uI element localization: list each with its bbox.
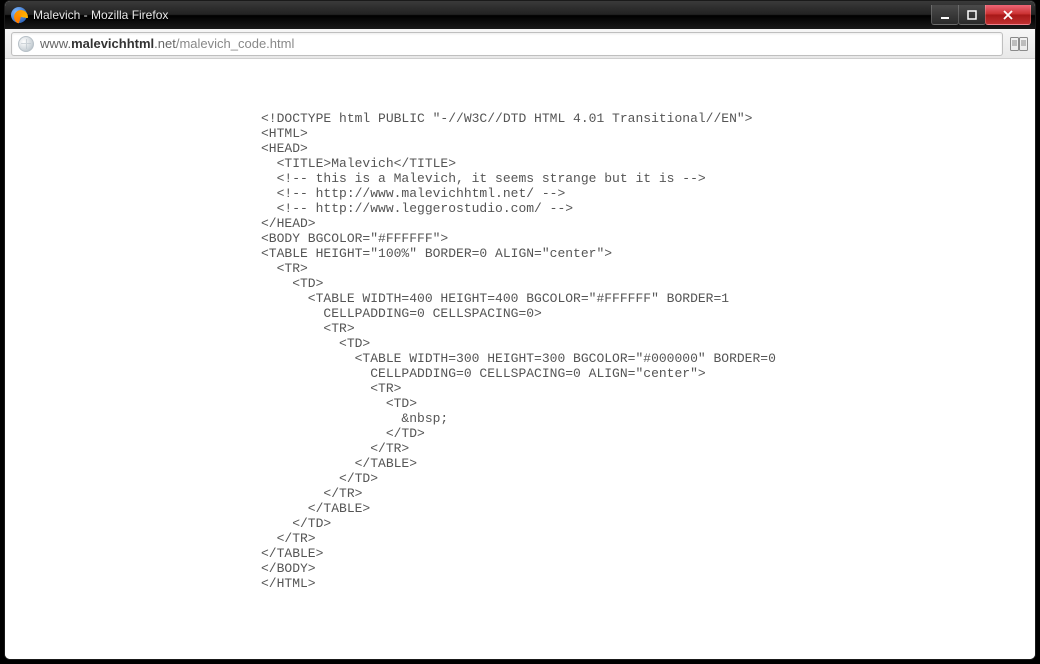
- url-input[interactable]: www.malevichhtml.net/malevich_code.html: [11, 32, 1003, 56]
- browser-window: Malevich - Mozilla Firefox www.malevichh…: [4, 0, 1036, 660]
- maximize-button[interactable]: [958, 5, 986, 25]
- firefox-icon: [11, 7, 27, 23]
- window-controls: [932, 5, 1031, 25]
- url-path: /malevich_code.html: [176, 36, 295, 51]
- close-button[interactable]: [985, 5, 1031, 25]
- minimize-button[interactable]: [931, 5, 959, 25]
- url-host-main: malevichhtml: [71, 36, 154, 51]
- globe-icon: [18, 36, 34, 52]
- url-host-prefix: www.: [40, 36, 71, 51]
- page-content[interactable]: <!DOCTYPE html PUBLIC "-//W3C//DTD HTML …: [5, 59, 1035, 659]
- reader-mode-icon[interactable]: [1009, 36, 1029, 52]
- title-bar[interactable]: Malevich - Mozilla Firefox: [5, 1, 1035, 29]
- window-title: Malevich - Mozilla Firefox: [33, 8, 932, 22]
- code-block: <!DOCTYPE html PUBLIC "-//W3C//DTD HTML …: [5, 59, 1035, 591]
- url-host-suffix: .net: [154, 36, 176, 51]
- url-text: www.malevichhtml.net/malevich_code.html: [40, 36, 294, 51]
- address-toolbar: www.malevichhtml.net/malevich_code.html: [5, 29, 1035, 59]
